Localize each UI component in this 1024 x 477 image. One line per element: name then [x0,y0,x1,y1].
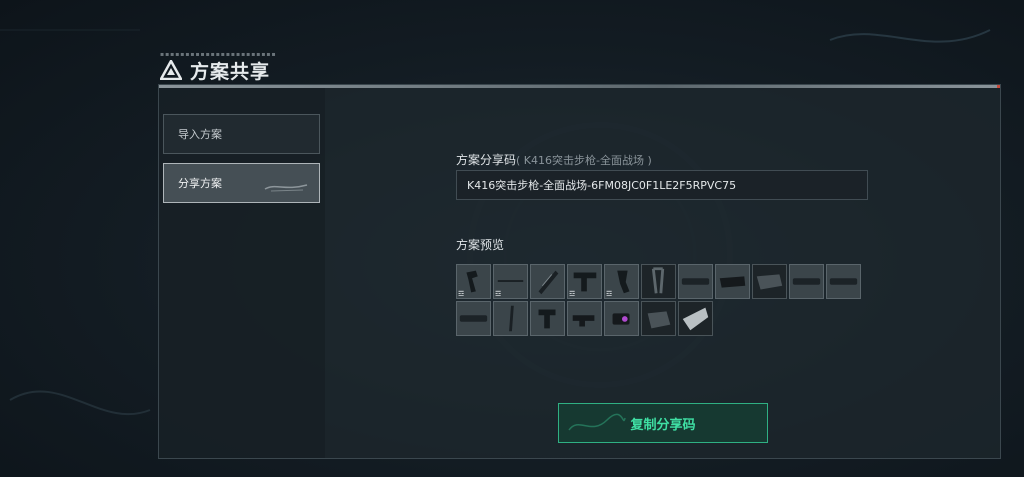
stock-part-icon[interactable] [715,264,750,299]
stock-pad-part-icon[interactable] [752,264,787,299]
sidebar-item-label: 导入方案 [178,128,222,141]
optic-part-icon[interactable] [567,301,602,336]
magazine-part-icon[interactable]: ☲ [604,264,639,299]
share-panel: 导入方案 分享方案 方案分享码( K416突击步枪-全面战场 ) 方案预览 ☲ … [158,84,1001,459]
vertical-grip-part-icon[interactable] [493,301,528,336]
brush-stroke-decoration [568,413,626,431]
suppressor-long-part-icon[interactable] [456,301,491,336]
suppressor-part-icon[interactable] [826,264,861,299]
receiver-part-icon[interactable] [641,301,676,336]
copy-button-label: 复制分享码 [630,417,696,433]
buttstock-part-icon[interactable] [678,301,713,336]
share-code-field[interactable] [456,170,868,200]
rail-part-icon[interactable] [530,264,565,299]
muzzle-part-icon[interactable] [678,264,713,299]
page-title: 方案共享 [190,60,271,83]
grip-part-icon[interactable]: ☲ [456,264,491,299]
panel-corner-accent [997,85,1000,88]
brush-stroke-decoration [264,184,308,192]
sidebar-item-import[interactable]: 导入方案 [163,114,320,154]
red-dot-sight-part-icon[interactable] [604,301,639,336]
page-header: 方案共享 [160,57,270,83]
sidebar: 导入方案 分享方案 [159,88,325,458]
tactical-triangle-icon [160,60,182,80]
copy-share-code-button[interactable]: 复制分享码 [558,403,768,443]
share-code-title: 方案分享码 [456,153,517,167]
handguard-part-icon[interactable] [789,264,824,299]
barrel-part-icon[interactable]: ☲ [493,264,528,299]
preview-label: 方案预览 [456,238,505,252]
sidebar-item-label: 分享方案 [178,177,222,190]
sidebar-item-share[interactable]: 分享方案 [163,163,320,203]
bipod-part-icon[interactable] [641,264,676,299]
share-code-label: 方案分享码( K416突击步枪-全面战场 ) [456,151,652,168]
pistol-grip-part-icon[interactable] [530,301,565,336]
share-code-subtitle: ( K416突击步枪-全面战场 ) [516,154,652,167]
foregrip-part-icon[interactable]: ☲ [567,264,602,299]
